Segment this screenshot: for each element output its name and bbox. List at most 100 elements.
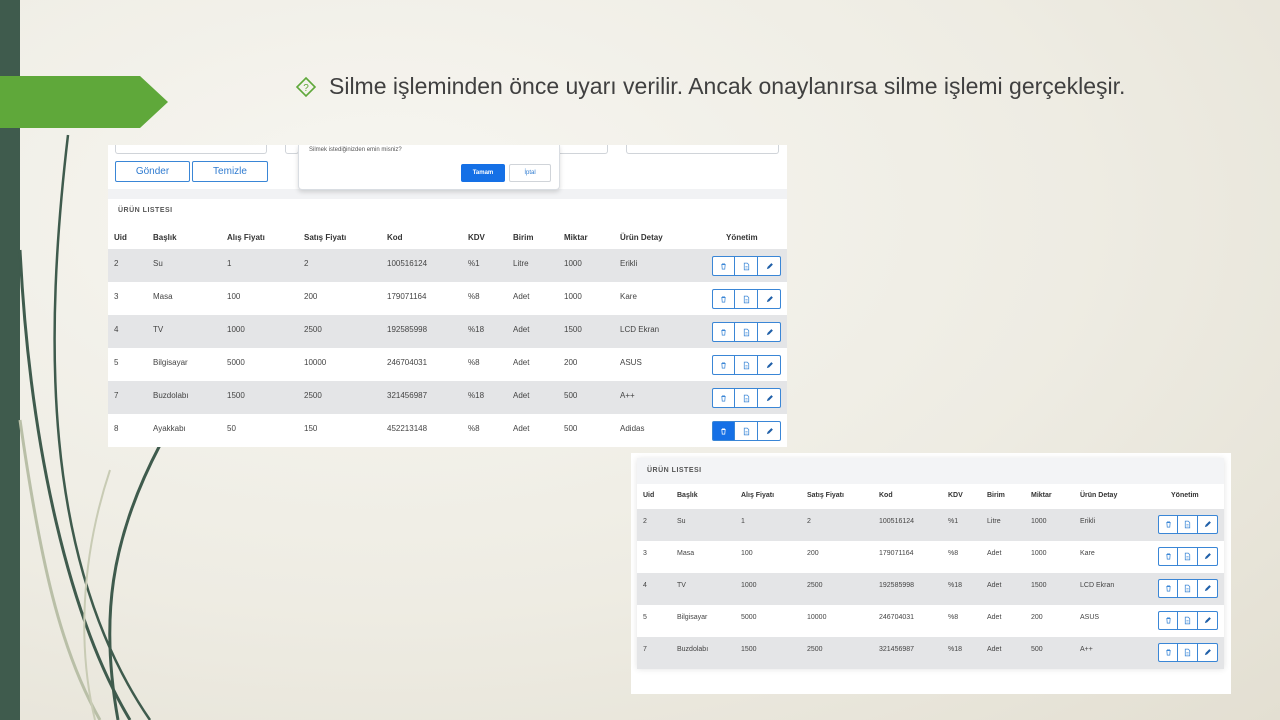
pencil-icon [1204,585,1211,592]
table-cell: 2 [643,518,647,525]
table-cell: Buzdolabı [677,646,709,653]
form-input-partial[interactable] [626,145,779,154]
delete-button[interactable] [712,388,735,408]
delete-button[interactable] [1158,547,1178,566]
delete-button[interactable] [1158,611,1178,630]
form-input-partial[interactable] [285,145,299,154]
edit-button[interactable] [758,355,781,375]
table-cell: 50 [227,424,236,433]
table-cell: 4 [114,325,119,334]
clear-button[interactable]: Temizle [192,161,268,182]
detail-button[interactable] [1178,579,1198,598]
table-cell: 179071164 [879,550,914,557]
table-row: 4 TV 1000 2500 192585998 %18 Adet 1500 LCD Ekran [108,315,787,348]
column-header: Yönetim [726,233,758,242]
table-cell: Erikli [1080,518,1096,525]
table-cell: 1000 [564,259,582,268]
edit-button[interactable] [758,256,781,276]
table-cell: Adet [987,582,1002,589]
table-cell: Su [677,518,686,525]
detail-button[interactable] [1178,643,1198,662]
delete-button[interactable] [712,421,735,441]
table-cell: 100 [227,292,241,301]
row-actions [712,388,781,408]
delete-confirm-dialog: Silmek istediğinizden emin misniz? Tamam… [298,145,560,190]
edit-button[interactable] [1198,579,1218,598]
column-header: KDV [948,492,963,499]
row-actions [1158,547,1218,566]
table-cell: TV [677,582,686,589]
row-actions [1158,643,1218,662]
table-cell: Adet [987,550,1002,557]
delete-button[interactable] [1158,515,1178,534]
trash-icon [1165,585,1171,592]
table-cell: %1 [948,518,959,525]
edit-button[interactable] [1198,643,1218,662]
edit-button[interactable] [758,388,781,408]
list-title: ÜRÜN LISTESI [118,207,173,214]
pencil-icon [1204,521,1211,528]
table-cell: ASUS [1080,614,1100,621]
table-row: 4 TV 1000 2500 192585998 %18 Adet 1500 LCD Ekran [637,573,1224,605]
trash-icon [721,395,726,401]
table-cell: 246704031 [387,358,428,367]
detail-button[interactable] [1178,611,1198,630]
send-button[interactable]: Gönder [115,161,190,182]
dialog-cancel-button[interactable]: İptal [509,164,551,182]
form-input-partial[interactable] [115,145,267,154]
table-cell: LCD Ekran [620,325,660,334]
delete-button[interactable] [1158,579,1178,598]
detail-button[interactable] [1178,515,1198,534]
edit-button[interactable] [1198,611,1218,630]
table-cell: 1000 [1031,518,1047,525]
column-header: Alış Fiyatı [227,233,265,242]
table-cell: Bilgisayar [153,358,188,367]
table-cell: 1500 [227,391,245,400]
form-input-partial[interactable] [554,145,608,154]
edit-button[interactable] [1198,547,1218,566]
dialog-ok-button[interactable]: Tamam [461,164,505,182]
trash-icon [1165,649,1171,656]
edit-button[interactable] [758,289,781,309]
table-cell: %18 [948,582,963,589]
table-row: 8 Ayakkabı 50 150 452213148 %8 Adet 500 Adidas [108,414,787,447]
delete-button[interactable] [712,322,735,342]
column-header: Miktar [564,233,588,242]
column-header: Birim [513,233,534,242]
detail-button[interactable] [735,355,758,375]
pencil-icon [766,328,773,335]
table-cell: 1000 [564,292,582,301]
delete-button[interactable] [1158,643,1178,662]
trash-icon [1165,617,1171,624]
column-header: Kod [879,492,893,499]
delete-button[interactable] [712,289,735,309]
table-cell: TV [153,325,164,334]
table-cell: 2500 [304,391,322,400]
detail-button[interactable] [735,322,758,342]
edit-button[interactable] [758,421,781,441]
delete-button[interactable] [712,256,735,276]
pencil-icon [1204,617,1211,624]
table-cell: 2500 [807,646,823,653]
table-cell: Adidas [620,424,645,433]
document-icon [743,361,749,369]
row-actions [1158,611,1218,630]
column-header: Yönetim [1171,492,1199,499]
detail-button[interactable] [1178,547,1198,566]
edit-button[interactable] [758,322,781,342]
detail-button[interactable] [735,388,758,408]
detail-button[interactable] [735,289,758,309]
row-actions [1158,515,1218,534]
table-cell: 2 [807,518,811,525]
table-cell: %18 [468,391,485,400]
detail-button[interactable] [735,256,758,276]
screenshot-after-delete: ÜRÜN LISTESI Uid Başlık Alış Fiyatı Satış Fi… [631,453,1231,694]
table-cell: 2 [114,259,119,268]
table-cell: 100516124 [879,518,915,525]
row-actions [712,421,781,441]
pencil-icon [1204,649,1211,656]
table-cell: 200 [304,292,318,301]
edit-button[interactable] [1198,515,1218,534]
delete-button[interactable] [712,355,735,375]
detail-button[interactable] [735,421,758,441]
